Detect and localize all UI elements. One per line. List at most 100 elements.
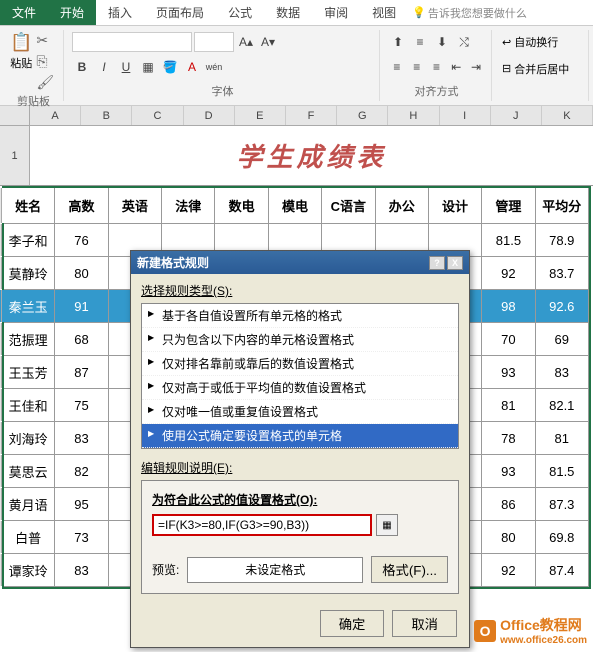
col-header[interactable]: G	[337, 106, 388, 125]
cell-name[interactable]: 刘海玲	[2, 422, 55, 454]
cell-name[interactable]: 黄月语	[2, 488, 55, 520]
cell[interactable]: 78.9	[536, 224, 589, 256]
italic-button[interactable]: I	[94, 57, 114, 77]
cell[interactable]: 92	[482, 554, 535, 586]
tab-data[interactable]: 数据	[264, 0, 312, 25]
tab-view[interactable]: 视图	[360, 0, 408, 25]
cell-name[interactable]: 王玉芳	[2, 356, 55, 388]
table-header[interactable]: 姓名	[2, 188, 55, 223]
rule-type-item[interactable]: 仅对高于或低于平均值的数值设置格式	[142, 376, 458, 400]
dialog-help-button[interactable]: ?	[429, 256, 445, 270]
table-header[interactable]: 模电	[269, 188, 322, 223]
cell[interactable]: 91	[55, 290, 108, 322]
cell[interactable]: 92.6	[536, 290, 589, 322]
cell-name[interactable]: 范振理	[2, 323, 55, 355]
border-button[interactable]: ▦	[138, 57, 158, 77]
col-header[interactable]: I	[440, 106, 491, 125]
format-painter-icon[interactable]: 🖌	[36, 74, 54, 91]
align-right-icon[interactable]: ≡	[428, 57, 446, 77]
col-header[interactable]: K	[542, 106, 593, 125]
cell[interactable]: 93	[482, 356, 535, 388]
cut-icon[interactable]: ✂	[36, 32, 54, 49]
tab-formula[interactable]: 公式	[216, 0, 264, 25]
cell-name[interactable]: 谭家玲	[2, 554, 55, 586]
format-button[interactable]: 格式(F)...	[371, 556, 448, 583]
cell-name[interactable]: 秦兰玉	[2, 290, 55, 322]
cell[interactable]: 70	[482, 323, 535, 355]
cell[interactable]: 80	[482, 521, 535, 553]
dialog-close-button[interactable]: X	[447, 256, 463, 270]
align-left-icon[interactable]: ≡	[388, 57, 406, 77]
rule-type-item[interactable]: 基于各自值设置所有单元格的格式	[142, 304, 458, 328]
align-bottom-icon[interactable]: ⬇	[432, 32, 452, 52]
tab-review[interactable]: 审阅	[312, 0, 360, 25]
cell[interactable]: 83	[536, 356, 589, 388]
table-header[interactable]: 管理	[482, 188, 535, 223]
col-header[interactable]: J	[491, 106, 542, 125]
table-header[interactable]: 法律	[162, 188, 215, 223]
table-header[interactable]: 平均分	[536, 188, 589, 223]
align-middle-icon[interactable]: ≡	[410, 32, 430, 52]
table-header[interactable]: 设计	[429, 188, 482, 223]
cell[interactable]: 82.1	[536, 389, 589, 421]
table-header[interactable]: 英语	[109, 188, 162, 223]
bold-button[interactable]: B	[72, 57, 92, 77]
col-header[interactable]: H	[388, 106, 439, 125]
cell[interactable]: 87.4	[536, 554, 589, 586]
cell[interactable]: 73	[55, 521, 108, 553]
tab-home[interactable]: 开始	[48, 0, 96, 25]
rule-type-item[interactable]: 仅对排名靠前或靠后的数值设置格式	[142, 352, 458, 376]
cell-name[interactable]: 莫思云	[2, 455, 55, 487]
cell[interactable]: 78	[482, 422, 535, 454]
cell-name[interactable]: 李子和	[2, 224, 55, 256]
cell[interactable]: 81	[482, 389, 535, 421]
cell[interactable]: 81.5	[482, 224, 535, 256]
tab-insert[interactable]: 插入	[96, 0, 144, 25]
ok-button[interactable]: 确定	[320, 610, 385, 637]
range-selector-button[interactable]: ▦	[376, 514, 398, 536]
cell[interactable]: 83	[55, 554, 108, 586]
cell[interactable]: 76	[55, 224, 108, 256]
cell[interactable]: 83.7	[536, 257, 589, 289]
formula-input[interactable]	[152, 514, 372, 536]
cell[interactable]: 80	[55, 257, 108, 289]
cell[interactable]: 92	[482, 257, 535, 289]
cell[interactable]: 75	[55, 389, 108, 421]
table-header[interactable]: 数电	[215, 188, 268, 223]
align-top-icon[interactable]: ⬆	[388, 32, 408, 52]
cell[interactable]: 82	[55, 455, 108, 487]
cell-name[interactable]: 白普	[2, 521, 55, 553]
rule-type-item-selected[interactable]: 使用公式确定要设置格式的单元格	[142, 424, 458, 448]
align-center-icon[interactable]: ≡	[408, 57, 426, 77]
rule-type-item[interactable]: 只为包含以下内容的单元格设置格式	[142, 328, 458, 352]
tab-file[interactable]: 文件	[0, 0, 48, 25]
fill-color-button[interactable]: 🪣	[160, 57, 180, 77]
cell[interactable]: 83	[55, 422, 108, 454]
col-header[interactable]: E	[235, 106, 286, 125]
merge-center-button[interactable]: ⊟ 合并后居中	[500, 59, 582, 79]
cell[interactable]: 98	[482, 290, 535, 322]
cell[interactable]: 95	[55, 488, 108, 520]
font-family-select[interactable]	[72, 32, 192, 52]
table-header[interactable]: 办公	[376, 188, 429, 223]
cell[interactable]: 86	[482, 488, 535, 520]
col-header[interactable]: D	[184, 106, 235, 125]
cell[interactable]: 69	[536, 323, 589, 355]
col-header[interactable]: B	[81, 106, 132, 125]
table-header[interactable]: C语言	[322, 188, 375, 223]
cancel-button[interactable]: 取消	[392, 610, 457, 637]
table-header[interactable]: 高数	[55, 188, 108, 223]
copy-icon[interactable]: ⎘	[36, 53, 54, 70]
rule-type-item[interactable]: 仅对唯一值或重复值设置格式	[142, 400, 458, 424]
font-color-button[interactable]: A	[182, 57, 202, 77]
indent-decrease-icon[interactable]: ⇤	[447, 57, 465, 77]
paste-button[interactable]: 📋 粘贴	[10, 32, 32, 91]
cell-name[interactable]: 莫静玲	[2, 257, 55, 289]
wrap-text-button[interactable]: ↩ 自动换行	[500, 32, 582, 52]
cell[interactable]: 81	[536, 422, 589, 454]
cell[interactable]: 81.5	[536, 455, 589, 487]
cell[interactable]: 68	[55, 323, 108, 355]
select-all-corner[interactable]	[0, 106, 30, 125]
tell-me-hint[interactable]: 💡 告诉我您想要做什么	[408, 0, 531, 25]
cell[interactable]: 87.3	[536, 488, 589, 520]
